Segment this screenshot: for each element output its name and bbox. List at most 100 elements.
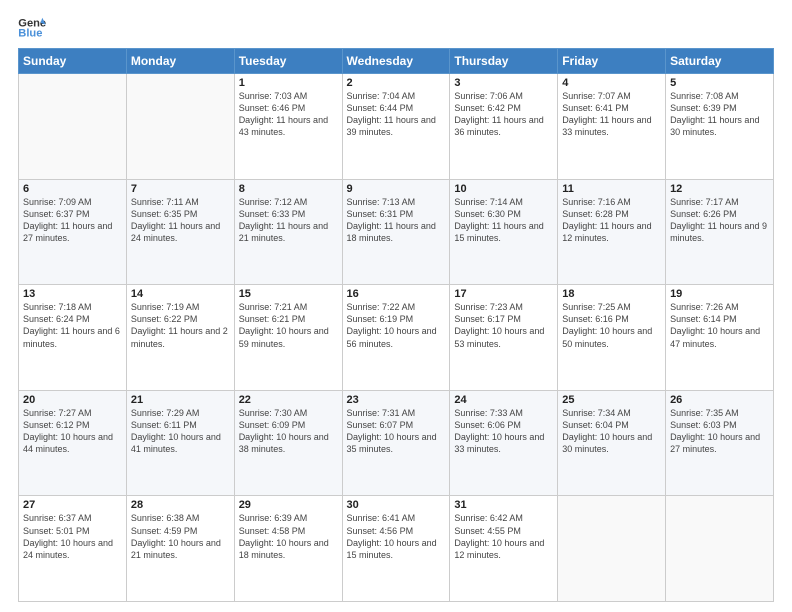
day-info: Sunrise: 7:23 AM Sunset: 6:17 PM Dayligh… bbox=[454, 301, 553, 350]
day-info: Sunrise: 7:34 AM Sunset: 6:04 PM Dayligh… bbox=[562, 407, 661, 456]
day-info: Sunrise: 7:09 AM Sunset: 6:37 PM Dayligh… bbox=[23, 196, 122, 245]
day-info: Sunrise: 6:38 AM Sunset: 4:59 PM Dayligh… bbox=[131, 512, 230, 561]
logo-icon: General Blue bbox=[18, 16, 46, 40]
calendar-cell: 7Sunrise: 7:11 AM Sunset: 6:35 PM Daylig… bbox=[126, 179, 234, 285]
calendar-cell: 23Sunrise: 7:31 AM Sunset: 6:07 PM Dayli… bbox=[342, 390, 450, 496]
day-number: 29 bbox=[239, 499, 338, 511]
calendar-cell: 22Sunrise: 7:30 AM Sunset: 6:09 PM Dayli… bbox=[234, 390, 342, 496]
day-number: 9 bbox=[347, 183, 446, 195]
day-number: 17 bbox=[454, 288, 553, 300]
logo: General Blue bbox=[18, 16, 46, 40]
day-info: Sunrise: 7:19 AM Sunset: 6:22 PM Dayligh… bbox=[131, 301, 230, 350]
day-info: Sunrise: 7:35 AM Sunset: 6:03 PM Dayligh… bbox=[670, 407, 769, 456]
day-info: Sunrise: 7:07 AM Sunset: 6:41 PM Dayligh… bbox=[562, 90, 661, 139]
calendar-cell: 18Sunrise: 7:25 AM Sunset: 6:16 PM Dayli… bbox=[558, 285, 666, 391]
day-info: Sunrise: 6:41 AM Sunset: 4:56 PM Dayligh… bbox=[347, 512, 446, 561]
day-number: 24 bbox=[454, 394, 553, 406]
calendar-cell: 8Sunrise: 7:12 AM Sunset: 6:33 PM Daylig… bbox=[234, 179, 342, 285]
calendar-cell: 28Sunrise: 6:38 AM Sunset: 4:59 PM Dayli… bbox=[126, 496, 234, 602]
day-number: 14 bbox=[131, 288, 230, 300]
calendar-cell bbox=[126, 74, 234, 180]
calendar-cell: 1Sunrise: 7:03 AM Sunset: 6:46 PM Daylig… bbox=[234, 74, 342, 180]
day-number: 4 bbox=[562, 77, 661, 89]
day-info: Sunrise: 7:17 AM Sunset: 6:26 PM Dayligh… bbox=[670, 196, 769, 245]
day-info: Sunrise: 7:22 AM Sunset: 6:19 PM Dayligh… bbox=[347, 301, 446, 350]
day-number: 30 bbox=[347, 499, 446, 511]
day-info: Sunrise: 7:11 AM Sunset: 6:35 PM Dayligh… bbox=[131, 196, 230, 245]
calendar-cell: 3Sunrise: 7:06 AM Sunset: 6:42 PM Daylig… bbox=[450, 74, 558, 180]
weekday-header-row: SundayMondayTuesdayWednesdayThursdayFrid… bbox=[19, 49, 774, 74]
page: General Blue SundayMondayTuesdayWednesda… bbox=[0, 0, 792, 612]
weekday-header-tuesday: Tuesday bbox=[234, 49, 342, 74]
day-number: 11 bbox=[562, 183, 661, 195]
day-info: Sunrise: 7:08 AM Sunset: 6:39 PM Dayligh… bbox=[670, 90, 769, 139]
day-number: 25 bbox=[562, 394, 661, 406]
calendar-cell: 26Sunrise: 7:35 AM Sunset: 6:03 PM Dayli… bbox=[666, 390, 774, 496]
weekday-header-sunday: Sunday bbox=[19, 49, 127, 74]
calendar-cell: 31Sunrise: 6:42 AM Sunset: 4:55 PM Dayli… bbox=[450, 496, 558, 602]
header: General Blue bbox=[18, 16, 774, 40]
calendar-cell bbox=[666, 496, 774, 602]
calendar-cell: 20Sunrise: 7:27 AM Sunset: 6:12 PM Dayli… bbox=[19, 390, 127, 496]
day-info: Sunrise: 7:04 AM Sunset: 6:44 PM Dayligh… bbox=[347, 90, 446, 139]
day-number: 27 bbox=[23, 499, 122, 511]
calendar-cell: 29Sunrise: 6:39 AM Sunset: 4:58 PM Dayli… bbox=[234, 496, 342, 602]
day-info: Sunrise: 7:14 AM Sunset: 6:30 PM Dayligh… bbox=[454, 196, 553, 245]
day-number: 2 bbox=[347, 77, 446, 89]
day-number: 16 bbox=[347, 288, 446, 300]
calendar-cell: 4Sunrise: 7:07 AM Sunset: 6:41 PM Daylig… bbox=[558, 74, 666, 180]
calendar-cell: 9Sunrise: 7:13 AM Sunset: 6:31 PM Daylig… bbox=[342, 179, 450, 285]
week-row-2: 6Sunrise: 7:09 AM Sunset: 6:37 PM Daylig… bbox=[19, 179, 774, 285]
calendar-cell: 12Sunrise: 7:17 AM Sunset: 6:26 PM Dayli… bbox=[666, 179, 774, 285]
calendar-cell: 11Sunrise: 7:16 AM Sunset: 6:28 PM Dayli… bbox=[558, 179, 666, 285]
day-info: Sunrise: 7:16 AM Sunset: 6:28 PM Dayligh… bbox=[562, 196, 661, 245]
day-number: 5 bbox=[670, 77, 769, 89]
day-number: 18 bbox=[562, 288, 661, 300]
calendar-cell: 19Sunrise: 7:26 AM Sunset: 6:14 PM Dayli… bbox=[666, 285, 774, 391]
calendar-cell: 6Sunrise: 7:09 AM Sunset: 6:37 PM Daylig… bbox=[19, 179, 127, 285]
calendar-cell: 16Sunrise: 7:22 AM Sunset: 6:19 PM Dayli… bbox=[342, 285, 450, 391]
day-info: Sunrise: 6:37 AM Sunset: 5:01 PM Dayligh… bbox=[23, 512, 122, 561]
day-info: Sunrise: 7:29 AM Sunset: 6:11 PM Dayligh… bbox=[131, 407, 230, 456]
week-row-4: 20Sunrise: 7:27 AM Sunset: 6:12 PM Dayli… bbox=[19, 390, 774, 496]
calendar-cell: 27Sunrise: 6:37 AM Sunset: 5:01 PM Dayli… bbox=[19, 496, 127, 602]
calendar-cell: 2Sunrise: 7:04 AM Sunset: 6:44 PM Daylig… bbox=[342, 74, 450, 180]
day-info: Sunrise: 7:26 AM Sunset: 6:14 PM Dayligh… bbox=[670, 301, 769, 350]
day-number: 22 bbox=[239, 394, 338, 406]
day-info: Sunrise: 7:25 AM Sunset: 6:16 PM Dayligh… bbox=[562, 301, 661, 350]
day-number: 23 bbox=[347, 394, 446, 406]
weekday-header-wednesday: Wednesday bbox=[342, 49, 450, 74]
svg-text:Blue: Blue bbox=[18, 28, 42, 40]
calendar-cell: 24Sunrise: 7:33 AM Sunset: 6:06 PM Dayli… bbox=[450, 390, 558, 496]
day-number: 28 bbox=[131, 499, 230, 511]
day-number: 20 bbox=[23, 394, 122, 406]
day-number: 6 bbox=[23, 183, 122, 195]
day-info: Sunrise: 6:42 AM Sunset: 4:55 PM Dayligh… bbox=[454, 512, 553, 561]
day-info: Sunrise: 7:27 AM Sunset: 6:12 PM Dayligh… bbox=[23, 407, 122, 456]
day-number: 1 bbox=[239, 77, 338, 89]
day-number: 8 bbox=[239, 183, 338, 195]
day-number: 15 bbox=[239, 288, 338, 300]
day-number: 10 bbox=[454, 183, 553, 195]
calendar-cell: 10Sunrise: 7:14 AM Sunset: 6:30 PM Dayli… bbox=[450, 179, 558, 285]
weekday-header-saturday: Saturday bbox=[666, 49, 774, 74]
calendar-cell: 25Sunrise: 7:34 AM Sunset: 6:04 PM Dayli… bbox=[558, 390, 666, 496]
day-info: Sunrise: 7:33 AM Sunset: 6:06 PM Dayligh… bbox=[454, 407, 553, 456]
calendar-cell: 30Sunrise: 6:41 AM Sunset: 4:56 PM Dayli… bbox=[342, 496, 450, 602]
calendar-cell bbox=[19, 74, 127, 180]
day-number: 19 bbox=[670, 288, 769, 300]
calendar-cell: 21Sunrise: 7:29 AM Sunset: 6:11 PM Dayli… bbox=[126, 390, 234, 496]
day-info: Sunrise: 7:12 AM Sunset: 6:33 PM Dayligh… bbox=[239, 196, 338, 245]
day-number: 21 bbox=[131, 394, 230, 406]
week-row-5: 27Sunrise: 6:37 AM Sunset: 5:01 PM Dayli… bbox=[19, 496, 774, 602]
day-number: 12 bbox=[670, 183, 769, 195]
calendar-cell: 15Sunrise: 7:21 AM Sunset: 6:21 PM Dayli… bbox=[234, 285, 342, 391]
weekday-header-friday: Friday bbox=[558, 49, 666, 74]
calendar-cell: 17Sunrise: 7:23 AM Sunset: 6:17 PM Dayli… bbox=[450, 285, 558, 391]
calendar-cell: 5Sunrise: 7:08 AM Sunset: 6:39 PM Daylig… bbox=[666, 74, 774, 180]
day-info: Sunrise: 7:30 AM Sunset: 6:09 PM Dayligh… bbox=[239, 407, 338, 456]
day-info: Sunrise: 7:03 AM Sunset: 6:46 PM Dayligh… bbox=[239, 90, 338, 139]
week-row-1: 1Sunrise: 7:03 AM Sunset: 6:46 PM Daylig… bbox=[19, 74, 774, 180]
weekday-header-monday: Monday bbox=[126, 49, 234, 74]
weekday-header-thursday: Thursday bbox=[450, 49, 558, 74]
